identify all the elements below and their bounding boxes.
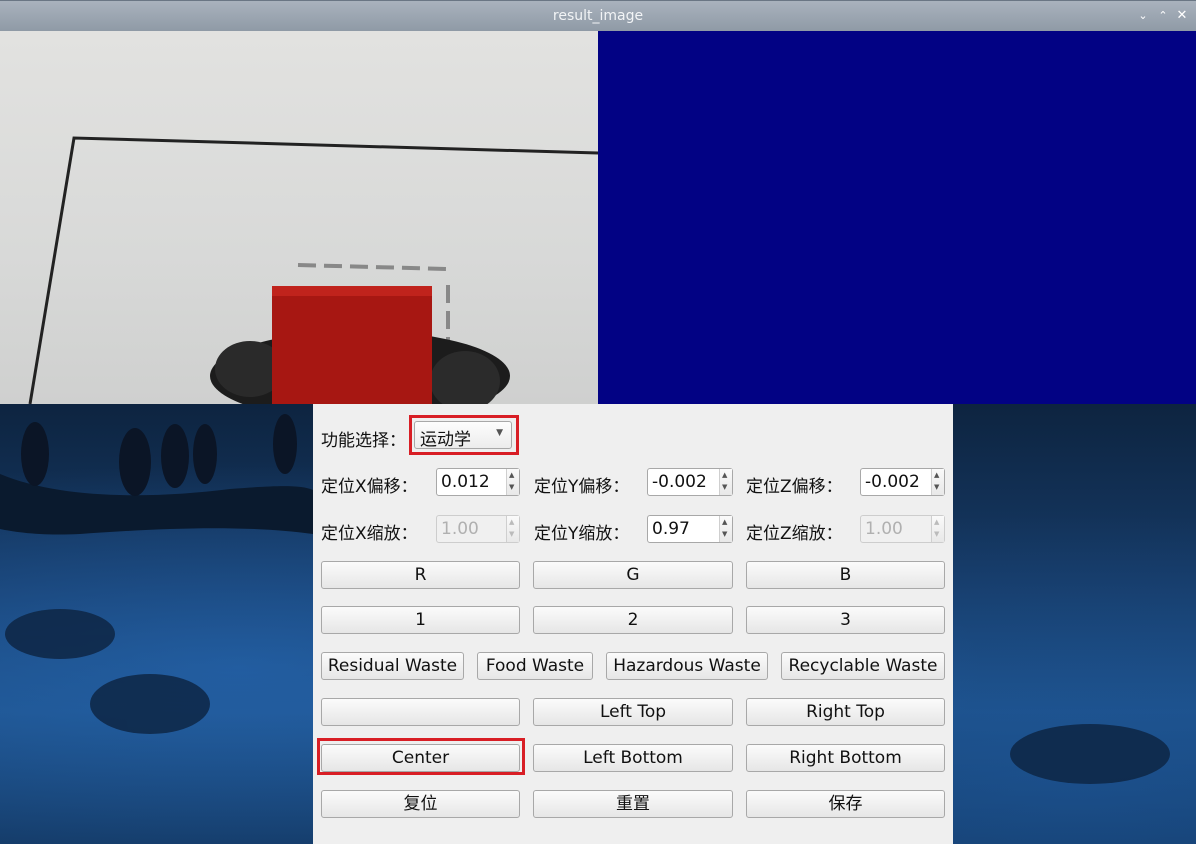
scale-x-label: 定位X缩放： xyxy=(321,524,418,544)
spin-arrows-icon[interactable]: ▲ ▼ xyxy=(719,469,732,495)
scale-z-value: 1.00 xyxy=(865,519,903,539)
offset-x-value: 0.012 xyxy=(441,472,490,492)
function-select-label: 功能选择： xyxy=(321,431,406,451)
right-top-button[interactable]: Right Top xyxy=(746,698,945,726)
scale-x-spinbox: 1.00 ▲ ▼ xyxy=(436,515,520,543)
offset-z-value: -0.002 xyxy=(865,472,920,492)
center-button[interactable]: Center xyxy=(321,744,520,772)
color-b-button[interactable]: B xyxy=(746,561,945,589)
number-1-button[interactable]: 1 xyxy=(321,606,520,634)
spin-arrows-icon[interactable]: ▲ ▼ xyxy=(506,469,519,495)
offset-y-label: 定位Y偏移： xyxy=(534,477,630,497)
window-title: result_image xyxy=(552,8,644,24)
function-select-dropdown[interactable]: 运动学 ▼ xyxy=(414,421,512,450)
window-titlebar: result_image ⌄ ⌃ ✕ xyxy=(0,0,1196,31)
blank-button[interactable] xyxy=(321,698,520,726)
reset-button[interactable]: 重置 xyxy=(533,790,733,818)
spin-arrows-icon: ▲ ▼ xyxy=(506,516,519,542)
camera-feed xyxy=(0,31,598,404)
function-select-value: 运动学 xyxy=(420,430,471,450)
number-3-button[interactable]: 3 xyxy=(746,606,945,634)
food-waste-button[interactable]: Food Waste xyxy=(477,652,593,680)
scale-y-spinbox[interactable]: 0.97 ▲ ▼ xyxy=(647,515,733,543)
spin-arrows-icon[interactable]: ▲ ▼ xyxy=(931,469,944,495)
blue-image-pane xyxy=(598,31,1196,404)
scale-y-value: 0.97 xyxy=(652,519,690,539)
right-bottom-button[interactable]: Right Bottom xyxy=(746,744,945,772)
offset-x-spinbox[interactable]: 0.012 ▲ ▼ xyxy=(436,468,520,496)
recyclable-waste-button[interactable]: Recyclable Waste xyxy=(781,652,945,680)
scale-x-value: 1.00 xyxy=(441,519,479,539)
save-button[interactable]: 保存 xyxy=(746,790,945,818)
offset-z-spinbox[interactable]: -0.002 ▲ ▼ xyxy=(860,468,945,496)
close-icon[interactable]: ✕ xyxy=(1173,7,1191,25)
hazardous-waste-button[interactable]: Hazardous Waste xyxy=(606,652,768,680)
color-g-button[interactable]: G xyxy=(533,561,733,589)
reset-position-button[interactable]: 复位 xyxy=(321,790,520,818)
spin-arrows-icon[interactable]: ▲ ▼ xyxy=(719,516,732,542)
spin-arrows-icon: ▲ ▼ xyxy=(931,516,944,542)
color-r-button[interactable]: R xyxy=(321,561,520,589)
left-top-button[interactable]: Left Top xyxy=(533,698,733,726)
scale-z-label: 定位Z缩放： xyxy=(746,524,843,544)
offset-y-spinbox[interactable]: -0.002 ▲ ▼ xyxy=(647,468,733,496)
offset-x-label: 定位X偏移： xyxy=(321,477,418,497)
chevron-down-icon[interactable]: ⌄ xyxy=(1134,7,1152,25)
scale-y-label: 定位Y缩放： xyxy=(534,524,630,544)
camera-scene xyxy=(28,136,598,404)
offset-z-label: 定位Z偏移： xyxy=(746,477,843,497)
offset-y-value: -0.002 xyxy=(652,472,707,492)
left-bottom-button[interactable]: Left Bottom xyxy=(533,744,733,772)
chevron-up-icon[interactable]: ⌃ xyxy=(1154,7,1172,25)
number-2-button[interactable]: 2 xyxy=(533,606,733,634)
dropdown-arrow-icon: ▼ xyxy=(496,428,503,438)
residual-waste-button[interactable]: Residual Waste xyxy=(321,652,464,680)
scale-z-spinbox: 1.00 ▲ ▼ xyxy=(860,515,945,543)
